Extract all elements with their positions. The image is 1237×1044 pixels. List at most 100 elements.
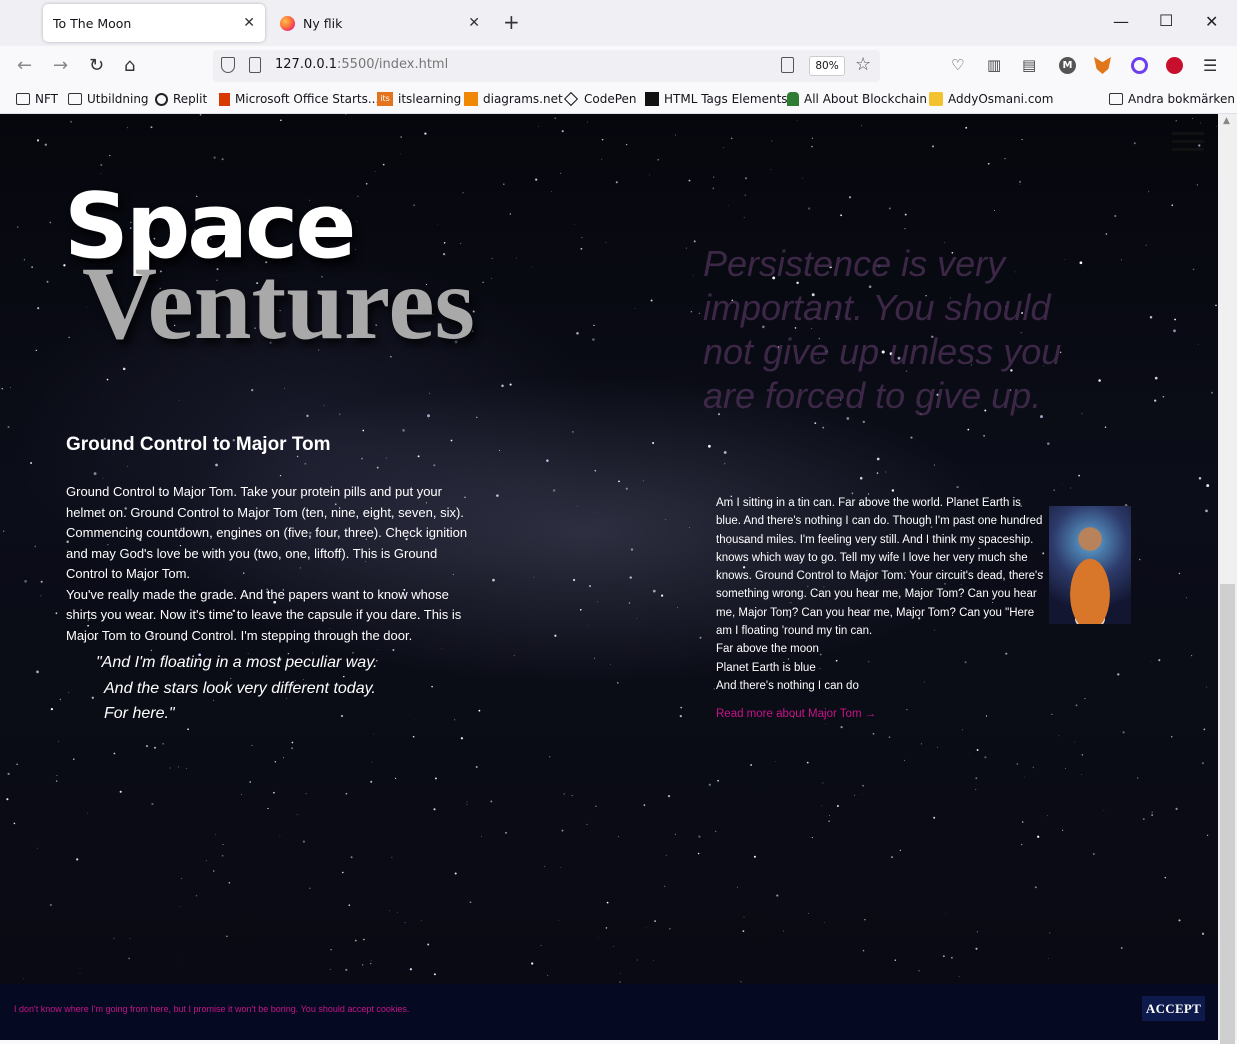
star [571, 795, 573, 797]
star [178, 399, 180, 401]
star [433, 973, 436, 976]
scroll-up-arrow-icon[interactable]: ▲ [1223, 116, 1230, 126]
star [177, 766, 179, 768]
star [1019, 184, 1021, 185]
forward-icon[interactable]: → [53, 55, 68, 76]
star [697, 852, 700, 855]
bookmark-office[interactable]: Microsoft Office Starts... [219, 92, 379, 106]
extension-m-icon[interactable]: M [1059, 57, 1076, 74]
star [646, 927, 647, 929]
page-icon[interactable] [249, 57, 261, 73]
star [628, 602, 631, 604]
bookmark-html-tags[interactable]: HTML Tags Elements [645, 92, 788, 106]
read-more-link[interactable]: Read more about Major Tom → [716, 705, 1131, 723]
star [538, 125, 539, 127]
other-bookmarks[interactable]: Andra bokmärken [1109, 92, 1235, 106]
url-text[interactable]: 127.0.0.1:5500/index.html [275, 57, 448, 72]
pocket-icon[interactable]: ♡ [951, 56, 964, 74]
addy-icon [929, 92, 943, 106]
close-tab-icon[interactable]: ✕ [243, 15, 255, 31]
star [420, 919, 422, 921]
star [1, 388, 3, 390]
hamburger-menu-icon[interactable] [1172, 132, 1204, 156]
star [213, 870, 215, 872]
bookmark-replit[interactable]: Replit [155, 92, 207, 106]
star [642, 480, 644, 482]
page-scrollbar[interactable]: ▲ [1218, 114, 1237, 1044]
star [690, 311, 693, 313]
star [129, 938, 131, 939]
star [58, 741, 59, 743]
star [100, 163, 103, 167]
folder-icon [16, 93, 30, 105]
extension-ring-icon[interactable] [1131, 57, 1148, 74]
menu-icon[interactable]: ☰ [1203, 56, 1217, 75]
star [586, 121, 588, 123]
star [636, 959, 638, 961]
star [428, 418, 429, 419]
bookmark-blockchain[interactable]: All About Blockchain [787, 92, 927, 106]
library-icon[interactable]: ▥ [987, 56, 1001, 74]
star [595, 805, 597, 807]
star [535, 178, 538, 181]
bookmark-itslearning[interactable]: its itslearning [377, 92, 461, 106]
star [680, 706, 683, 709]
star [736, 886, 738, 888]
close-window-icon[interactable]: ✕ [1205, 12, 1218, 31]
star [249, 781, 252, 783]
tab-new-tab[interactable]: Ny flik ✕ [268, 4, 490, 42]
star [862, 793, 863, 795]
tab-to-the-moon[interactable]: To The Moon ✕ [43, 4, 265, 42]
scrollbar-thumb[interactable] [1220, 584, 1235, 1044]
star [592, 338, 595, 341]
reader-view-icon[interactable] [781, 57, 794, 73]
close-tab-icon[interactable]: ✕ [468, 15, 480, 31]
star [460, 242, 462, 244]
minimize-icon[interactable]: — [1113, 12, 1129, 31]
star [1205, 509, 1208, 513]
bookmark-star-icon[interactable]: ☆ [855, 54, 871, 75]
star [404, 922, 406, 924]
reload-icon[interactable]: ↻ [89, 55, 104, 76]
star [551, 191, 553, 192]
star [945, 913, 947, 915]
star [9, 387, 11, 389]
new-tab-button[interactable]: + [503, 12, 520, 32]
zoom-level[interactable]: 80% [809, 56, 845, 76]
star [560, 866, 562, 868]
home-icon[interactable]: ⌂ [124, 55, 135, 76]
bookmark-utbildning[interactable]: Utbildning [68, 92, 149, 106]
star [531, 962, 534, 965]
bookmark-nft[interactable]: NFT [16, 92, 58, 106]
navigation-toolbar: ← → ↻ ⌂ 127.0.0.1:5500/index.html 80% ☆ … [0, 46, 1237, 86]
star [30, 462, 33, 464]
star [904, 228, 906, 230]
star [13, 822, 16, 825]
bookmark-codepen[interactable]: CodePen [563, 91, 637, 107]
star [222, 843, 224, 846]
bookmark-addyosmani[interactable]: AddyOsmani.com [929, 92, 1053, 106]
star [46, 280, 49, 283]
sidebar-icon[interactable]: ▤ [1022, 56, 1036, 74]
star [1171, 204, 1174, 207]
star [399, 153, 401, 155]
star [1151, 814, 1153, 816]
star [1074, 741, 1076, 743]
star [382, 163, 385, 166]
shield-icon[interactable] [221, 57, 235, 73]
star [822, 426, 825, 429]
address-bar[interactable]: 127.0.0.1:5500/index.html 80% ☆ [213, 50, 880, 82]
star [466, 804, 468, 806]
star [1154, 399, 1157, 402]
maximize-icon[interactable]: ☐ [1159, 11, 1173, 30]
star [1151, 811, 1153, 813]
bookmark-diagrams[interactable]: diagrams.net [464, 92, 563, 106]
star [291, 747, 294, 750]
star [37, 307, 40, 310]
accept-cookies-button[interactable]: ACCEPT [1142, 996, 1205, 1021]
back-icon[interactable]: ← [17, 55, 32, 76]
star [496, 494, 499, 497]
extension-red-icon[interactable] [1166, 57, 1183, 74]
star [221, 158, 224, 161]
star [68, 336, 70, 339]
